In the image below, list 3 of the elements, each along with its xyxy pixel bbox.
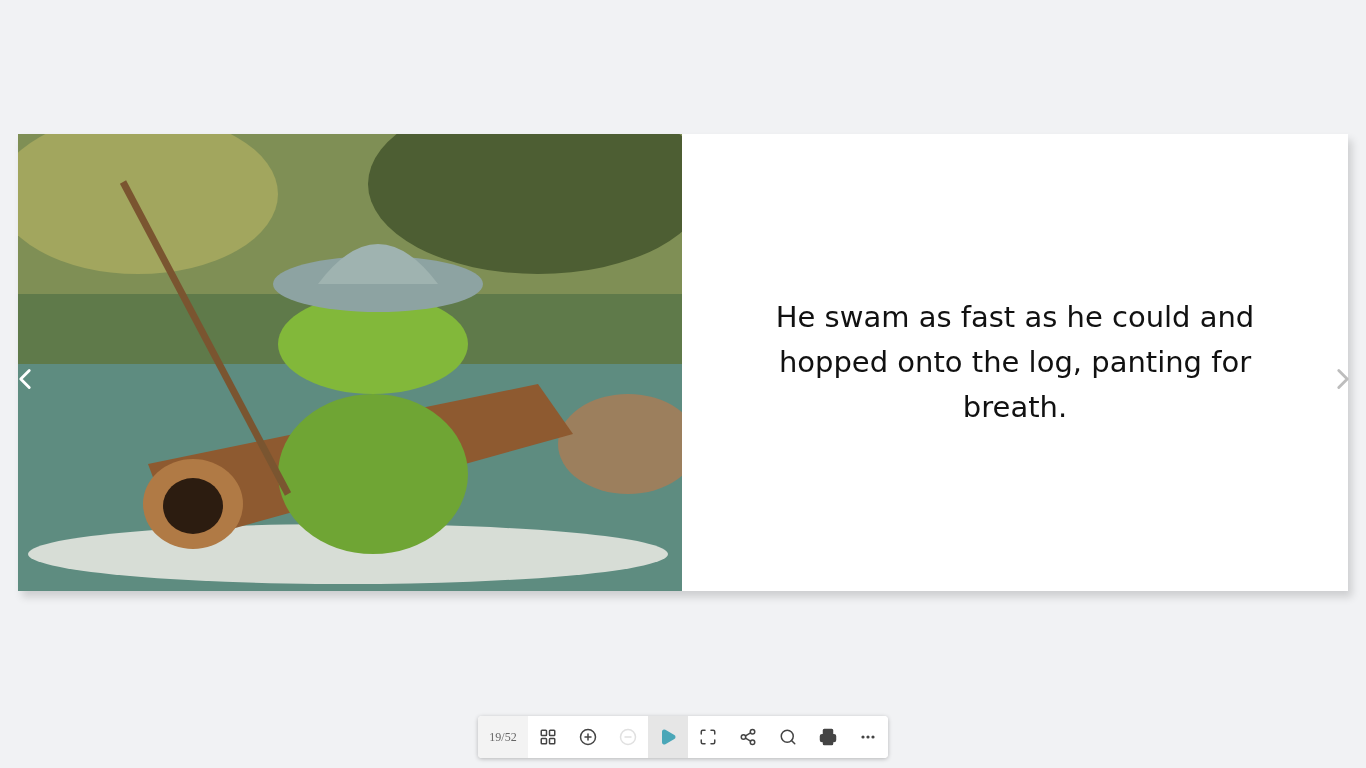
story-text: He swam as fast as he could and hopped onto the log, panting for breath. <box>774 299 1256 426</box>
grid-view-button[interactable] <box>528 716 568 758</box>
page-counter: 19/52 <box>478 716 528 758</box>
